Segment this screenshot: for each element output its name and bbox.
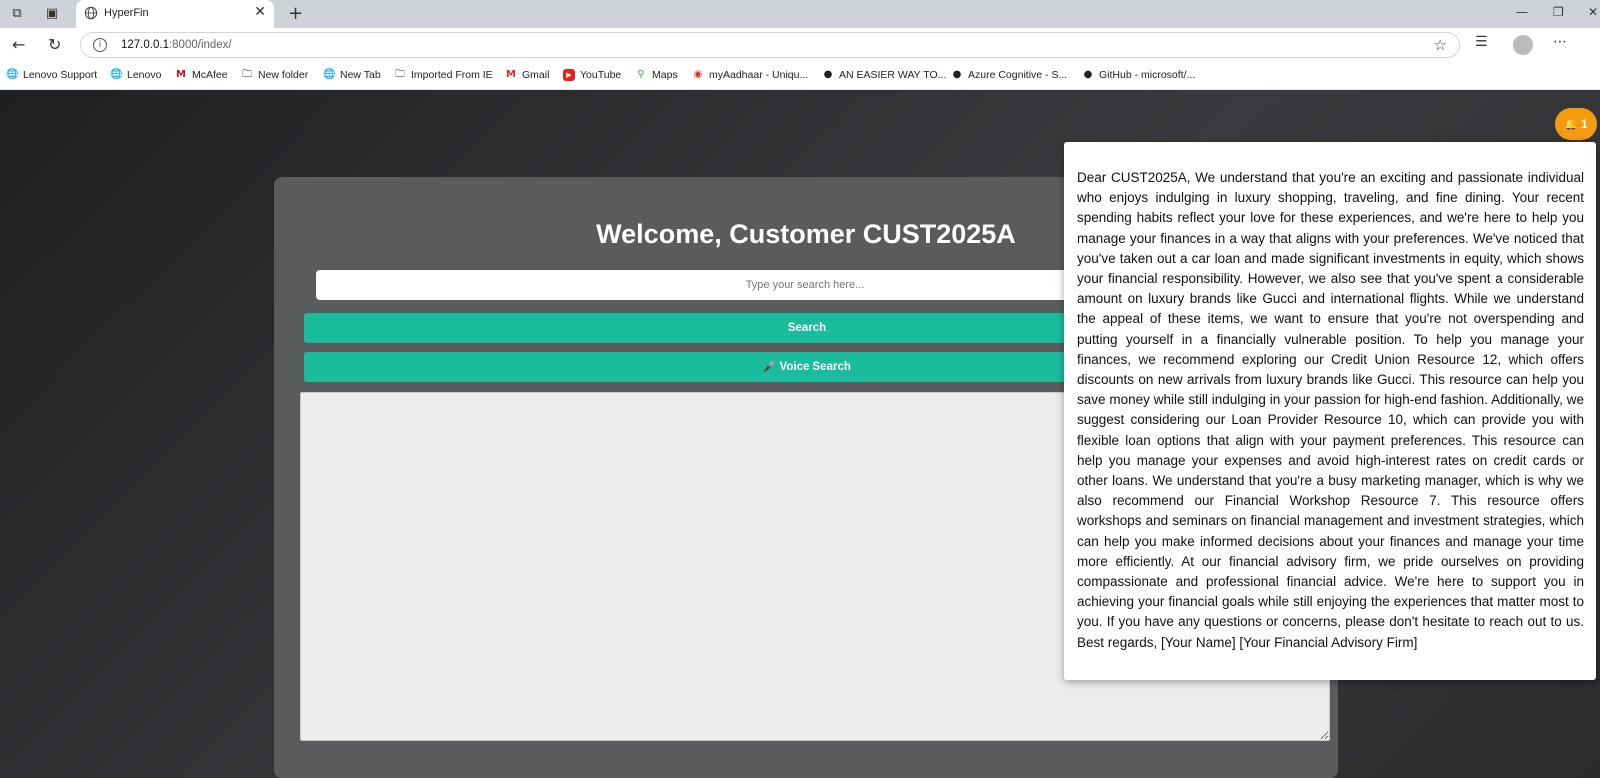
bookmark-label: Imported From IE	[411, 69, 493, 81]
maps-icon: ⚲	[637, 69, 645, 80]
url-field[interactable]: i 127.0.0.1:8000/index/ ☆	[80, 32, 1460, 58]
url-text: 127.0.0.1:8000/index/	[121, 39, 232, 51]
close-tab-icon[interactable]: ✕	[254, 4, 266, 20]
bell-icon: 🔔	[1564, 117, 1578, 131]
bookmark-imported-from-ie[interactable]: 🗀 Imported From IE	[394, 69, 493, 81]
bookmark-mcafee[interactable]: M McAfee	[175, 69, 228, 81]
tab-title: HyperFin	[104, 7, 149, 19]
bookmark-label: YouTube	[580, 69, 622, 81]
bookmark-lenovo[interactable]: 🌐 Lenovo	[110, 69, 161, 81]
bookmark-label: Lenovo Support	[23, 69, 98, 81]
bookmark-label: New folder	[258, 69, 309, 81]
bookmark-myaadhaar[interactable]: ◉ myAadhaar - Uniqu...	[692, 69, 809, 81]
tab-strip: ⧉ ▣ HyperFin ✕ + — ❐ ✕	[0, 0, 1600, 28]
notification-message: Dear CUST2025A, We understand that you'r…	[1077, 170, 1584, 650]
github-icon: ●	[952, 69, 962, 80]
gmail-icon: M	[506, 69, 516, 80]
globe-icon: 🌐	[6, 69, 19, 80]
bookmark-label: Maps	[652, 69, 678, 81]
close-window-icon[interactable]: ✕	[1588, 5, 1598, 19]
bookmark-azure-cognitive[interactable]: ● Azure Cognitive - S...	[951, 69, 1068, 81]
url-path: :8000/index/	[168, 39, 232, 51]
more-menu-icon[interactable]: ⋯	[1553, 34, 1567, 50]
microphone-icon: 🎤	[763, 362, 776, 373]
back-icon[interactable]: ←	[12, 35, 25, 54]
profile-avatar[interactable]	[1513, 35, 1533, 55]
notification-bell-button[interactable]: 🔔 1	[1555, 108, 1597, 140]
new-tab-icon[interactable]: +	[288, 3, 303, 24]
bookmark-new-tab[interactable]: 🌐 New Tab	[323, 69, 381, 81]
bookmark-an-easier-way[interactable]: ● AN EASIER WAY TO...	[822, 69, 947, 81]
favorite-star-icon[interactable]: ☆	[1434, 36, 1447, 54]
bookmark-github-microsoft[interactable]: ● GitHub - microsoft/...	[1082, 69, 1196, 81]
bookmark-lenovo-support[interactable]: 🌐 Lenovo Support	[6, 69, 97, 81]
info-icon[interactable]: i	[93, 38, 107, 52]
bookmark-label: AN EASIER WAY TO...	[839, 69, 947, 81]
notification-panel: Dear CUST2025A, We understand that you'r…	[1064, 142, 1596, 680]
tab-actions-icon[interactable]: ▣	[44, 6, 60, 22]
favorites-icon[interactable]: ☰	[1475, 34, 1488, 50]
refresh-icon[interactable]: ↻	[48, 35, 61, 54]
globe-icon: 🌐	[323, 69, 336, 80]
bookmark-label: McAfee	[192, 69, 228, 81]
workspaces-icon[interactable]: ⧉	[9, 6, 25, 22]
restore-icon[interactable]: ❐	[1553, 5, 1564, 19]
bookmark-label: Azure Cognitive - S...	[968, 69, 1068, 81]
voice-search-label: Voice Search	[779, 361, 851, 373]
globe-icon	[84, 6, 98, 20]
address-bar-row: ← ↻ i 127.0.0.1:8000/index/ ☆ ☰ ⋯	[0, 28, 1600, 62]
globe-icon: 🌐	[110, 69, 123, 80]
bookmark-label: Lenovo	[127, 69, 162, 81]
minimize-icon[interactable]: —	[1516, 5, 1528, 19]
github-icon: ●	[823, 69, 833, 80]
bookmark-label: myAadhaar - Uniqu...	[709, 69, 809, 81]
bookmark-youtube[interactable]: ▶ YouTube	[563, 69, 621, 81]
aadhaar-icon: ◉	[693, 69, 703, 80]
folder-icon: 🗀	[242, 69, 252, 80]
mcafee-icon: M	[176, 69, 186, 80]
github-icon: ●	[1083, 69, 1093, 80]
youtube-icon: ▶	[563, 69, 575, 81]
url-host: 127.0.0.1	[121, 39, 169, 51]
notification-count: 1	[1581, 117, 1588, 131]
bookmarks-bar: 🌐 Lenovo Support 🌐 Lenovo M McAfee 🗀 New fol…	[0, 62, 1600, 90]
bookmark-label: GitHub - microsoft/...	[1099, 69, 1196, 81]
tab-hyperfin[interactable]: HyperFin ✕	[76, 0, 274, 28]
folder-icon: 🗀	[395, 69, 405, 80]
bookmark-maps[interactable]: ⚲ Maps	[635, 69, 678, 81]
bookmark-new-folder[interactable]: 🗀 New folder	[241, 69, 308, 81]
bookmark-gmail[interactable]: M Gmail	[505, 69, 549, 81]
bookmark-label: New Tab	[340, 69, 381, 81]
bookmark-label: Gmail	[522, 69, 550, 81]
